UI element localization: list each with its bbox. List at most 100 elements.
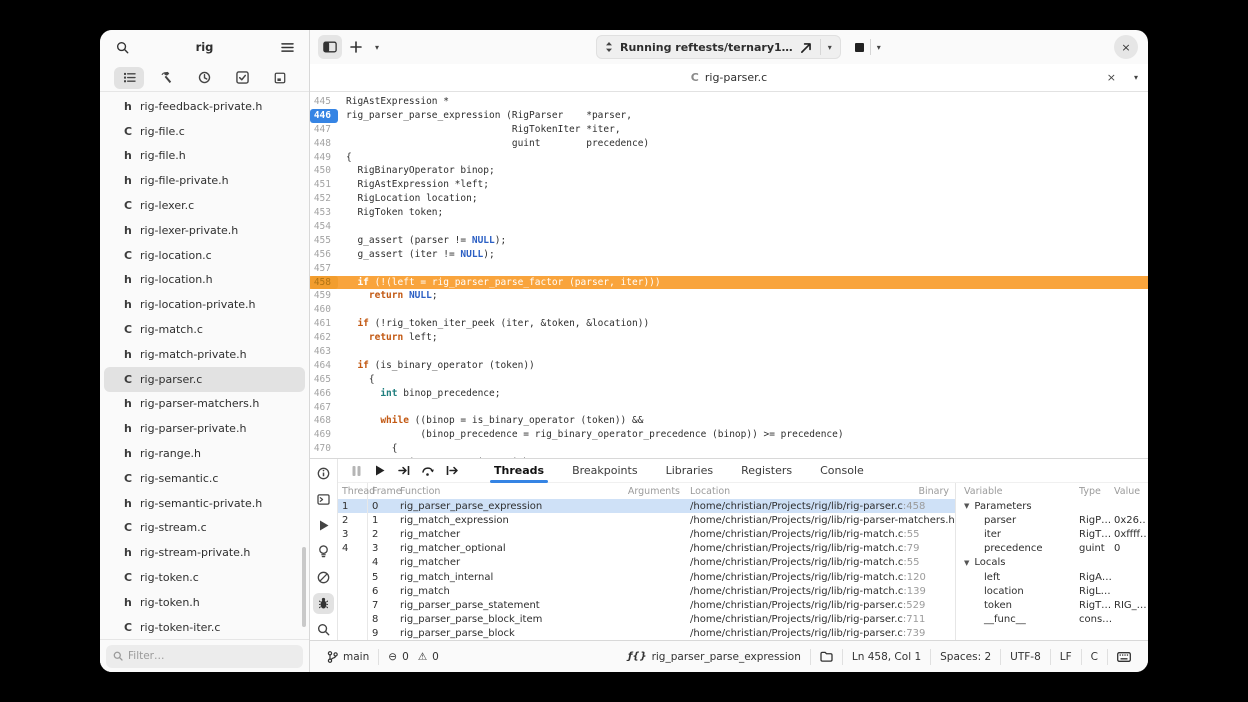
variable-group[interactable]: ▼Parameters <box>956 499 1148 513</box>
line-number[interactable]: 465 <box>310 373 338 387</box>
line-number[interactable]: 455 <box>310 234 338 248</box>
git-branch-indicator[interactable]: main <box>318 648 378 666</box>
file-item[interactable]: hrig-location-private.h <box>104 292 305 317</box>
stop-icon[interactable] <box>855 43 864 52</box>
stack-frame-row[interactable]: 9rig_parser_parse_block/home/christian/P… <box>338 627 955 640</box>
code-line[interactable]: 469 (binop_precedence = rig_binary_opera… <box>310 428 1148 442</box>
expander-caret-icon[interactable]: ▼ <box>964 502 969 510</box>
menu-icon[interactable] <box>275 35 299 59</box>
search-panel-icon[interactable] <box>313 619 334 640</box>
tab-console[interactable]: Console <box>810 459 874 483</box>
line-ending-setting[interactable]: LF <box>1051 648 1081 666</box>
line-number[interactable]: 466 <box>310 387 338 401</box>
variable-row[interactable]: locationRigL… <box>956 584 1148 598</box>
project-tree-icon[interactable] <box>114 67 144 89</box>
variable-row[interactable]: tokenRigT…RIG_… <box>956 598 1148 612</box>
code-line[interactable]: 455 g_assert (parser != NULL); <box>310 234 1148 248</box>
todo-icon[interactable] <box>227 67 257 89</box>
run-arrow-icon[interactable] <box>800 41 813 54</box>
tab-libraries[interactable]: Libraries <box>656 459 724 483</box>
variable-row[interactable]: leftRigA… <box>956 570 1148 584</box>
stack-frame-row[interactable]: 43rig_matcher_optional/home/christian/Pr… <box>338 542 955 556</box>
file-item[interactable]: hrig-token.h <box>104 590 305 615</box>
file-item[interactable]: Crig-parser.c <box>104 367 305 392</box>
current-execution-line[interactable]: 458 if (!(left = rig_parser_parse_factor… <box>310 276 1148 290</box>
code-line[interactable]: 456 g_assert (iter != NULL); <box>310 248 1148 262</box>
code-line[interactable]: 446rig_parser_parse_expression (RigParse… <box>310 109 1148 123</box>
tab-title[interactable]: rig-parser.c <box>705 71 767 84</box>
code-line[interactable]: 451 RigAstExpression *left; <box>310 178 1148 192</box>
run-output-icon[interactable] <box>313 515 334 536</box>
keyboard-button[interactable] <box>1108 648 1140 666</box>
line-number[interactable]: 462 <box>310 331 338 345</box>
project-folder-button[interactable] <box>811 648 842 666</box>
code-line[interactable]: 445RigAstExpression * <box>310 95 1148 109</box>
code-line[interactable]: 462 return left; <box>310 331 1148 345</box>
line-number[interactable]: 467 <box>310 401 338 415</box>
window-close-button[interactable]: × <box>1114 35 1138 59</box>
code-line[interactable]: 459 return NULL; <box>310 289 1148 303</box>
code-line[interactable]: 461 if (!rig_token_iter_peek (iter, &tok… <box>310 317 1148 331</box>
file-item[interactable]: Crig-match.c <box>104 317 305 342</box>
step-over-icon[interactable] <box>418 462 438 480</box>
code-line[interactable]: 453 RigToken token; <box>310 206 1148 220</box>
encoding-setting[interactable]: UTF-8 <box>1001 648 1050 666</box>
code-line[interactable]: 460 <box>310 303 1148 317</box>
file-item[interactable]: hrig-location.h <box>104 268 305 293</box>
step-into-icon[interactable] <box>394 462 414 480</box>
file-item[interactable]: Crig-semantic.c <box>104 466 305 491</box>
file-item[interactable]: Crig-token-iter.c <box>104 615 305 639</box>
diagnostics-indicator[interactable]: ⊖ 0 ⚠ 0 <box>379 648 448 666</box>
cursor-position[interactable]: Ln 458, Col 1 <box>843 648 930 666</box>
line-number[interactable]: 460 <box>310 303 338 317</box>
search-icon[interactable] <box>110 35 134 59</box>
line-number[interactable]: 448 <box>310 137 338 151</box>
file-item[interactable]: hrig-stream-private.h <box>104 540 305 565</box>
stack-frame-row[interactable]: 6rig_match/home/christian/Projects/rig/l… <box>338 584 955 598</box>
code-line[interactable]: 457 <box>310 262 1148 276</box>
stack-frame-row[interactable]: 8rig_parser_parse_block_item/home/christ… <box>338 613 955 627</box>
file-item[interactable]: Crig-location.c <box>104 243 305 268</box>
line-number[interactable]: 464 <box>310 359 338 373</box>
documentation-icon[interactable] <box>265 67 295 89</box>
expander-caret-icon[interactable]: ▼ <box>964 559 969 567</box>
variable-row[interactable]: __func__cons… <box>956 613 1148 627</box>
code-line[interactable]: 470 { <box>310 442 1148 456</box>
stop-options-caret-icon[interactable]: ▾ <box>877 43 881 52</box>
variable-group[interactable]: ▼Locals <box>956 556 1148 570</box>
tab-threads[interactable]: Threads <box>484 459 554 483</box>
stack-frame-row[interactable]: 4rig_matcher/home/christian/Projects/rig… <box>338 556 955 570</box>
line-number[interactable]: 458 <box>310 276 338 290</box>
line-number[interactable]: 457 <box>310 262 338 276</box>
code-line[interactable]: 464 if (is_binary_operator (token)) <box>310 359 1148 373</box>
breakpoint-line-number[interactable]: 446 <box>310 109 338 123</box>
continue-icon[interactable] <box>370 462 390 480</box>
info-icon[interactable] <box>313 463 334 484</box>
pause-icon[interactable] <box>346 462 366 480</box>
stack-frame-row[interactable]: 21rig_match_expression/home/christian/Pr… <box>338 513 955 527</box>
line-number[interactable]: 463 <box>310 345 338 359</box>
code-line[interactable]: 452 RigLocation location; <box>310 192 1148 206</box>
tab-list-caret-icon[interactable]: ▾ <box>1134 73 1138 82</box>
line-number[interactable]: 449 <box>310 151 338 165</box>
line-number[interactable]: 459 <box>310 289 338 303</box>
stack-frame-row[interactable]: 32rig_matcher/home/christian/Projects/ri… <box>338 527 955 541</box>
build-icon[interactable] <box>152 67 182 89</box>
file-item[interactable]: hrig-parser-private.h <box>104 416 305 441</box>
file-item[interactable]: Crig-token.c <box>104 565 305 590</box>
code-line[interactable]: 448 guint precedence) <box>310 137 1148 151</box>
terminal-icon[interactable] <box>313 489 334 510</box>
line-number[interactable]: 453 <box>310 206 338 220</box>
line-number[interactable]: 450 <box>310 164 338 178</box>
file-item[interactable]: Crig-lexer.c <box>104 193 305 218</box>
current-symbol-indicator[interactable]: ƒ{} rig_parser_parse_expression <box>619 648 810 666</box>
line-number[interactable]: 447 <box>310 123 338 137</box>
file-item[interactable]: Crig-file.c <box>104 119 305 144</box>
file-item[interactable]: hrig-feedback-private.h <box>104 94 305 119</box>
file-item[interactable]: hrig-lexer-private.h <box>104 218 305 243</box>
file-item[interactable]: hrig-parser-matchers.h <box>104 392 305 417</box>
code-line[interactable]: 468 while ((binop = is_binary_operator (… <box>310 414 1148 428</box>
code-editor[interactable]: 445RigAstExpression *446rig_parser_parse… <box>310 92 1148 458</box>
tab-registers[interactable]: Registers <box>731 459 802 483</box>
stack-frame-row[interactable]: 7rig_parser_parse_statement/home/christi… <box>338 598 955 612</box>
